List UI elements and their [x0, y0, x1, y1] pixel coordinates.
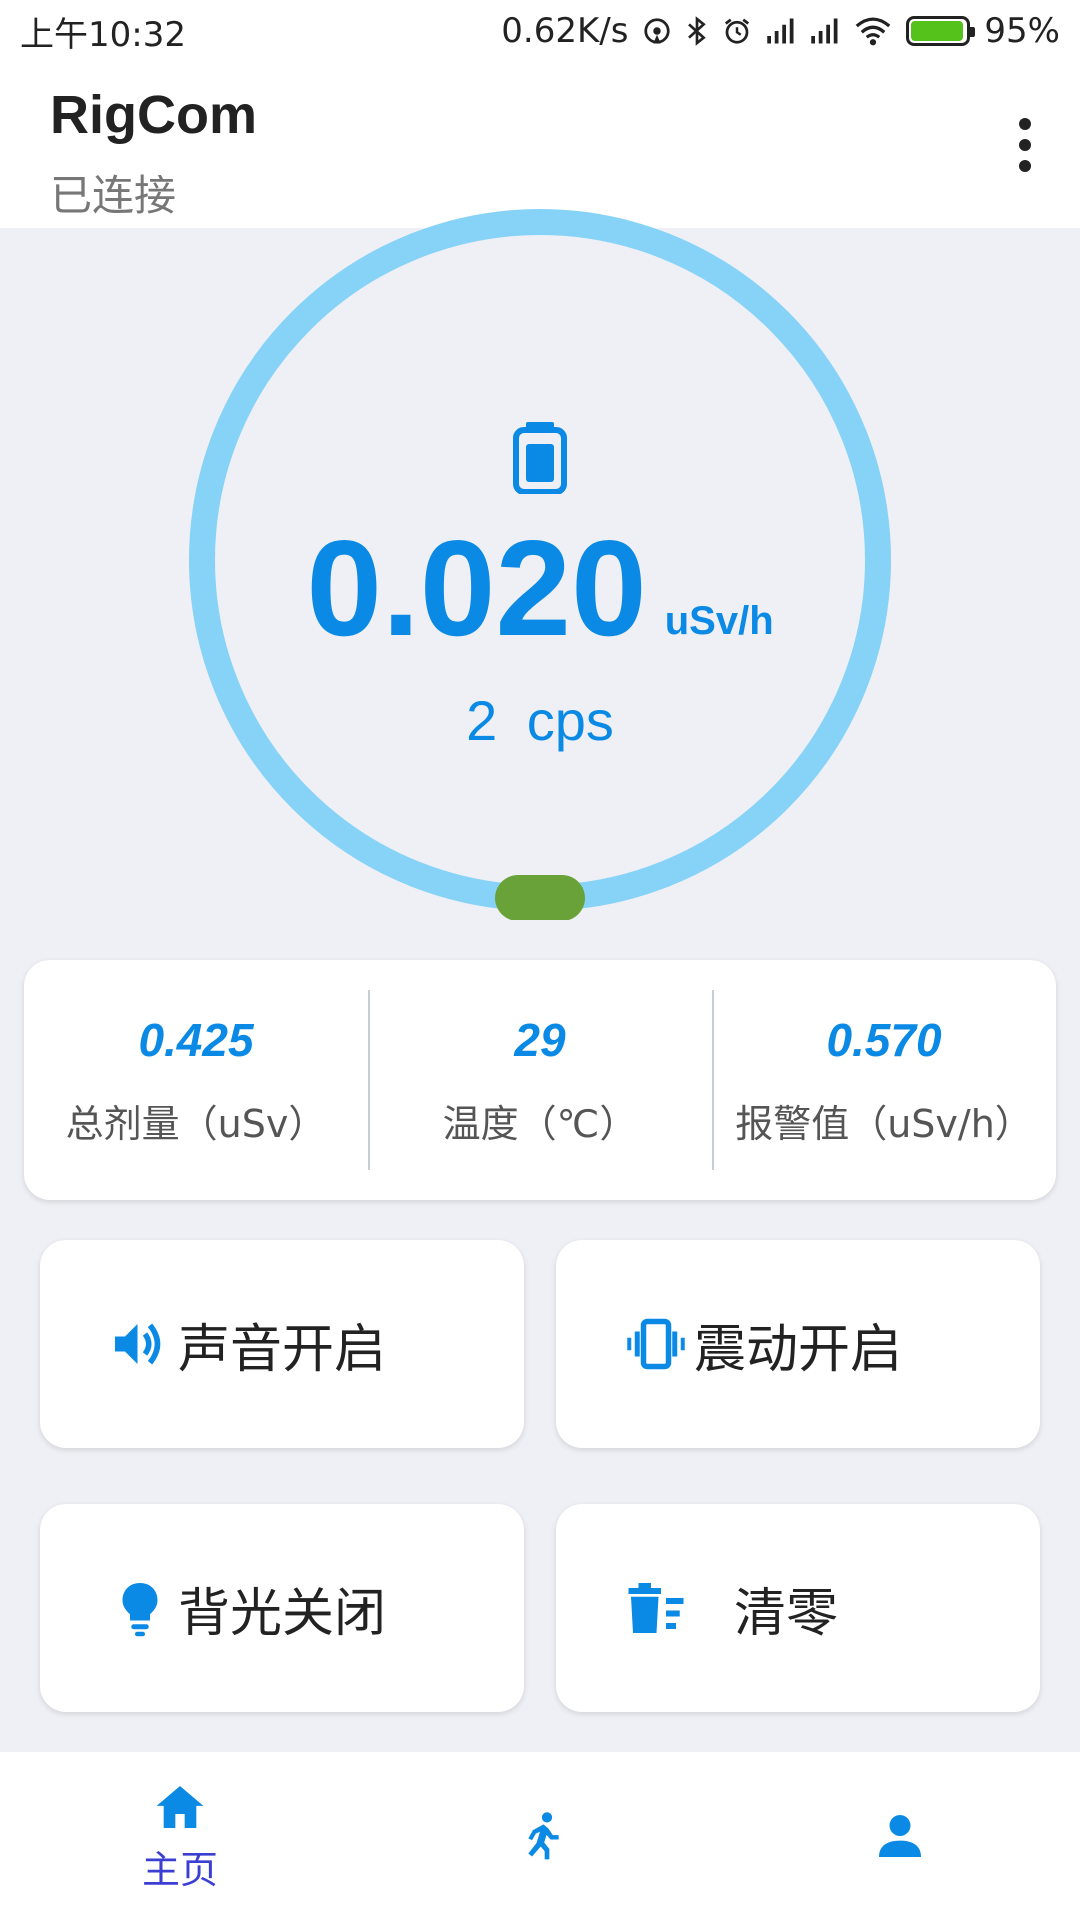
status-time: 上午10:32	[20, 14, 186, 55]
dose-rate-value: 0.020	[306, 512, 647, 664]
stat-value: 0.425	[138, 1013, 254, 1066]
signal-icon	[810, 17, 840, 45]
battery-charging-icon	[906, 16, 976, 46]
bottom-navigation: 主页	[0, 1752, 1080, 1920]
cps-reading: 2 cps	[180, 688, 900, 753]
stats-card: 0.425 总剂量（uSv） 29 温度（℃） 0.570 报警值（uSv/h）	[24, 960, 1056, 1200]
cps-unit: cps	[526, 689, 614, 752]
stat-label: 报警值（uSv/h）	[735, 1101, 1033, 1146]
status-icons: 0.62K/s 95%	[501, 11, 1060, 51]
hotspot-icon	[642, 16, 672, 46]
dose-rate-gauge: 0.020 uSv/h 2 cps	[180, 200, 900, 920]
dose-rate-reading: 0.020 uSv/h	[180, 520, 900, 656]
sound-toggle-label: 声音开启	[178, 1319, 387, 1380]
home-icon	[156, 1785, 204, 1828]
stat-total-dose: 0.425 总剂量（uSv）	[24, 960, 368, 1200]
stat-value: 29	[514, 1013, 566, 1066]
backlight-toggle-button[interactable]: 背光关闭	[40, 1504, 524, 1712]
nav-activity[interactable]	[360, 1752, 720, 1920]
connection-status: 已连接	[50, 171, 177, 220]
stat-label: 温度（℃）	[442, 1101, 638, 1146]
alarm-icon	[722, 16, 752, 46]
net-speed: 0.62K/s	[501, 11, 629, 51]
cps-value: 2	[466, 689, 498, 752]
nav-home[interactable]: 主页	[0, 1752, 360, 1920]
stat-temperature: 29 温度（℃）	[368, 960, 712, 1200]
speaker-icon	[115, 1323, 161, 1365]
stat-value: 0.570	[826, 1013, 942, 1066]
battery-fill	[911, 21, 963, 41]
sound-toggle-button[interactable]: 声音开启	[40, 1240, 524, 1448]
app-title: RigCom	[50, 85, 257, 145]
bluetooth-icon	[686, 15, 708, 47]
run-icon	[528, 1812, 559, 1860]
status-bar: 上午10:32 0.62K/s 95%	[0, 0, 1080, 62]
person-icon	[879, 1815, 921, 1857]
dose-rate-unit: uSv/h	[664, 599, 774, 643]
wifi-icon	[854, 16, 892, 46]
stat-label: 总剂量（uSv）	[65, 1101, 327, 1146]
vibrate-icon	[627, 1318, 685, 1370]
vibration-toggle-label: 震动开启	[694, 1319, 903, 1380]
vibration-toggle-button[interactable]: 震动开启	[556, 1240, 1040, 1448]
more-vertical-icon[interactable]	[1000, 110, 1050, 180]
battery-icon	[512, 420, 568, 494]
signal-icon	[766, 17, 796, 45]
clear-all-icon	[628, 1583, 684, 1633]
clear-button[interactable]: 清零	[556, 1504, 1040, 1712]
nav-profile[interactable]	[720, 1752, 1080, 1920]
backlight-toggle-label: 背光关闭	[178, 1583, 387, 1644]
stat-alarm-threshold[interactable]: 0.570 报警值（uSv/h）	[712, 960, 1056, 1200]
battery-percent: 95%	[984, 11, 1060, 51]
clear-label: 清零	[734, 1583, 839, 1644]
lightbulb-icon	[122, 1583, 158, 1637]
nav-home-label: 主页	[141, 1847, 218, 1892]
